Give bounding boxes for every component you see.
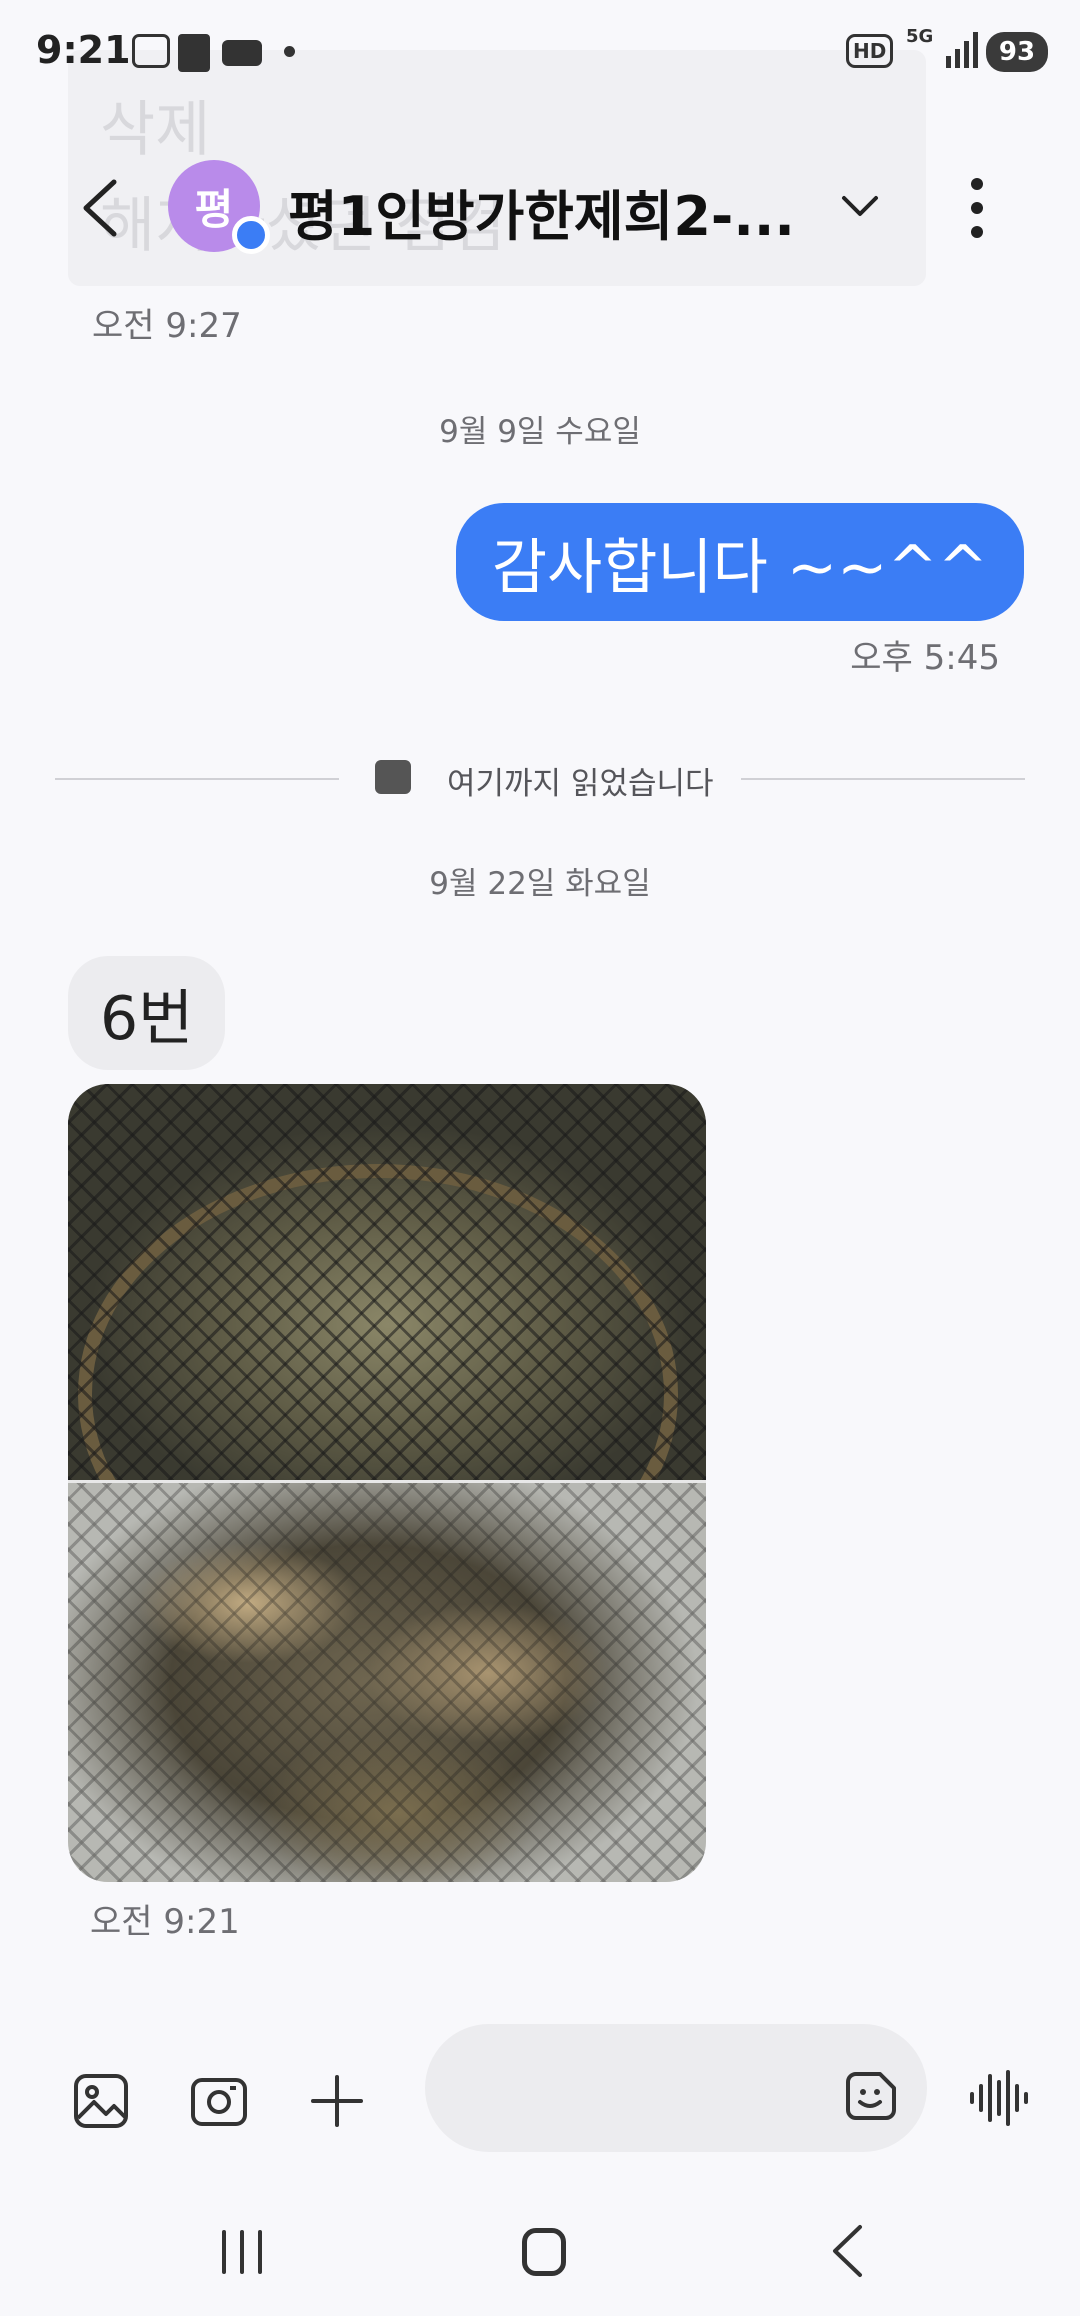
- nav-back-button[interactable]: [830, 2224, 864, 2278]
- date-separator: 9월 22일 화요일: [429, 866, 651, 902]
- network-type-icon: 5G: [906, 26, 934, 47]
- message-timestamp: 오전 9:21: [90, 1902, 240, 1942]
- net-pattern: [68, 1084, 706, 1480]
- more-options-button[interactable]: [966, 178, 988, 240]
- notification-dot-icon: [284, 46, 295, 57]
- read-message-icon: [375, 760, 411, 794]
- battery-icon: 93: [986, 32, 1048, 72]
- gallery-icon[interactable]: [72, 2072, 130, 2130]
- chevron-down-icon[interactable]: [838, 190, 882, 224]
- camera-icon[interactable]: [190, 2072, 248, 2130]
- plus-icon[interactable]: [308, 2072, 366, 2130]
- signal-icon: [946, 32, 978, 68]
- home-button[interactable]: [522, 2228, 566, 2276]
- message-timestamp: 오전 9:27: [92, 306, 242, 346]
- voice-icon[interactable]: [968, 2070, 1030, 2126]
- hd-voice-icon: HD: [846, 34, 894, 68]
- received-photo[interactable]: [68, 1084, 706, 1882]
- status-time: 9:21: [36, 28, 131, 72]
- read-marker: 여기까지 읽었습니다: [55, 758, 1025, 802]
- photo-bottom-half: [68, 1483, 706, 1882]
- photo-top-half: [68, 1084, 706, 1624]
- message-timestamp: 오후 5:45: [850, 638, 1000, 678]
- read-marker-label: 여기까지 읽었습니다: [447, 766, 714, 802]
- date-separator: 9월 9일 수요일: [439, 414, 641, 450]
- screenshot-icon: [132, 34, 170, 68]
- chat-status-badge: [232, 216, 270, 254]
- received-message-bubble[interactable]: 6번: [68, 956, 226, 1070]
- more-dot-icon: [971, 226, 983, 238]
- recent-apps-button[interactable]: [218, 2230, 266, 2274]
- more-dot-icon: [971, 178, 983, 190]
- read-marker-line: [55, 778, 339, 780]
- more-dot-icon: [971, 202, 983, 214]
- net-pattern: [68, 1483, 706, 1882]
- previous-message-line: 삭제: [100, 95, 211, 165]
- voicemail-icon: [222, 40, 262, 66]
- chat-title[interactable]: 평1인방가한제희2-...: [288, 172, 808, 251]
- sent-message-bubble[interactable]: 감사합니다 ~~^^: [455, 503, 1024, 621]
- back-button[interactable]: [78, 178, 122, 238]
- read-marker-line: [741, 778, 1025, 780]
- pdf-icon: [178, 34, 210, 72]
- sticker-icon[interactable]: [846, 2070, 898, 2122]
